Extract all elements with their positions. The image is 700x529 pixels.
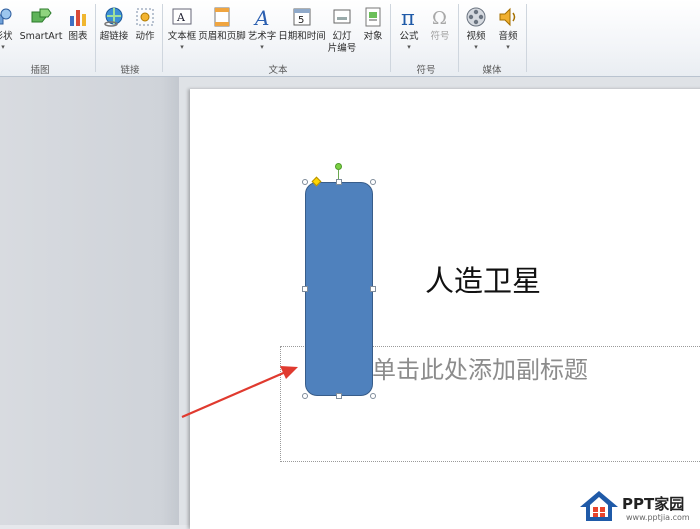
resize-handle-bottom[interactable] xyxy=(336,393,342,399)
equation-label: 公式 xyxy=(399,31,419,42)
wordart-label: 艺术字 xyxy=(247,31,277,42)
shapes-button[interactable]: 形状 ▾ xyxy=(0,6,15,51)
omega-icon: Ω xyxy=(432,8,447,28)
group-separator xyxy=(526,4,527,72)
svg-text:π: π xyxy=(401,6,415,28)
object-icon xyxy=(365,7,381,27)
resize-handle-right[interactable] xyxy=(370,286,376,292)
calendar-icon: 5 xyxy=(293,8,311,26)
slide-number-label-line1: 幻灯 xyxy=(332,31,352,42)
film-reel-icon xyxy=(466,7,486,27)
shapes-dropdown-icon[interactable]: ▾ xyxy=(0,43,15,51)
annotation-arrow-icon xyxy=(181,366,298,419)
slide-canvas[interactable] xyxy=(190,89,700,529)
action-icon xyxy=(136,8,154,26)
wordart-icon: A xyxy=(253,6,269,28)
smartart-button[interactable]: SmartArt xyxy=(18,6,64,43)
slide-number-label-line2: 片编号 xyxy=(327,43,357,54)
symbol-button[interactable]: Ω 符号 xyxy=(426,6,454,43)
globe-link-icon xyxy=(104,7,123,27)
group-label-media: 媒体 xyxy=(482,65,502,76)
slide-title[interactable]: 人造卫星 xyxy=(425,258,541,300)
wordart-dropdown-icon[interactable]: ▾ xyxy=(246,43,278,51)
header-footer-icon xyxy=(214,7,230,27)
textbox-dropdown-icon[interactable]: ▾ xyxy=(166,43,198,51)
slides-pane[interactable] xyxy=(0,77,179,525)
watermark-url: www.pptjia.com xyxy=(626,513,690,522)
resize-handle-bottom-right[interactable] xyxy=(370,393,376,399)
shapes-label: 形状 xyxy=(0,31,13,42)
chart-label: 图表 xyxy=(68,31,88,42)
header-footer-label: 页眉和页脚 xyxy=(198,31,246,42)
header-footer-button[interactable]: 页眉和页脚 xyxy=(198,6,246,43)
ribbon: 形状 ▾ SmartArt 图表 插图 超链接 动作 链接 A 文本框 ▾ 页眉… xyxy=(0,0,700,77)
symbol-label: 符号 xyxy=(430,31,450,42)
action-button[interactable]: 动作 xyxy=(132,6,158,43)
slide-number-button[interactable]: 幻灯 片编号 xyxy=(326,6,358,55)
audio-dropdown-icon[interactable]: ▾ xyxy=(494,43,522,51)
subtitle-placeholder-text[interactable]: 单击此处添加副标题 xyxy=(372,350,588,385)
slide-number-icon xyxy=(333,9,351,24)
svg-text:Ω: Ω xyxy=(432,8,447,28)
textbox-button[interactable]: A 文本框 ▾ xyxy=(166,6,198,51)
textbox-icon: A xyxy=(172,8,192,25)
group-separator xyxy=(390,4,391,72)
watermark-logo: PPT家园 www.pptjia.com xyxy=(578,489,698,523)
datetime-label: 日期和时间 xyxy=(278,31,326,42)
group-label-text: 文本 xyxy=(268,65,288,76)
textbox-label: 文本框 xyxy=(167,31,197,42)
group-separator xyxy=(95,4,96,72)
house-logo-icon xyxy=(580,491,618,521)
smartart-label: SmartArt xyxy=(19,31,63,42)
svg-text:A: A xyxy=(176,11,186,24)
chart-button[interactable]: 图表 xyxy=(66,6,90,43)
rotation-handle[interactable] xyxy=(335,163,342,170)
group-label-links: 链接 xyxy=(120,65,140,76)
video-label: 视频 xyxy=(466,31,486,42)
hyperlink-button[interactable]: 超链接 xyxy=(99,6,129,43)
audio-label: 音频 xyxy=(498,31,518,42)
smartart-icon xyxy=(31,8,52,23)
resize-handle-left[interactable] xyxy=(302,286,308,292)
object-label: 对象 xyxy=(363,31,383,42)
hyperlink-label: 超链接 xyxy=(99,31,129,42)
video-button[interactable]: 视频 ▾ xyxy=(462,6,490,51)
chart-icon xyxy=(70,10,86,26)
equation-dropdown-icon[interactable]: ▾ xyxy=(395,43,423,51)
action-label: 动作 xyxy=(135,31,155,42)
wordart-button[interactable]: A 艺术字 ▾ xyxy=(246,6,278,51)
group-separator xyxy=(458,4,459,72)
audio-button[interactable]: 音频 ▾ xyxy=(494,6,522,51)
group-label-illustrations: 插图 xyxy=(30,65,50,76)
svg-text:5: 5 xyxy=(298,15,304,26)
datetime-button[interactable]: 5 日期和时间 xyxy=(278,6,326,43)
speaker-icon xyxy=(499,7,516,27)
resize-handle-top-left[interactable] xyxy=(302,179,308,185)
equation-button[interactable]: π 公式 ▾ xyxy=(395,6,423,51)
group-separator xyxy=(162,4,163,72)
resize-handle-top-right[interactable] xyxy=(370,179,376,185)
group-label-symbols: 符号 xyxy=(416,65,436,76)
object-button[interactable]: 对象 xyxy=(359,6,387,43)
pi-icon: π xyxy=(401,6,415,28)
resize-handle-top[interactable] xyxy=(336,179,342,185)
shapes-icon xyxy=(0,8,12,25)
svg-text:A: A xyxy=(253,6,269,28)
video-dropdown-icon[interactable]: ▾ xyxy=(462,43,490,51)
rounded-rectangle-shape[interactable] xyxy=(305,182,373,396)
watermark-name: PPT家园 xyxy=(622,495,685,513)
